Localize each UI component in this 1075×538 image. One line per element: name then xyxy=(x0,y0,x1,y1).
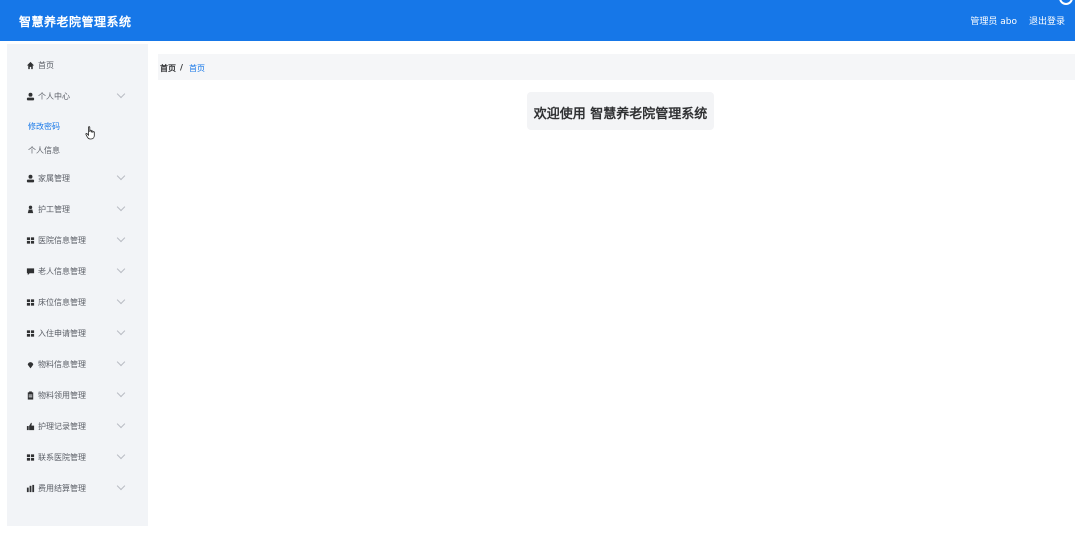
sidebar-item-hospital-info[interactable]: 医院信息管理 xyxy=(7,230,148,252)
chevron-down-icon xyxy=(116,202,126,212)
sidebar-item-label: 个人中心 xyxy=(38,92,70,101)
welcome-card: 欢迎使用 智慧养老院管理系统 xyxy=(527,92,714,130)
grid-icon xyxy=(26,298,35,307)
chevron-down-icon xyxy=(116,233,126,243)
breadcrumb-home[interactable]: 首页 xyxy=(160,63,176,74)
chart-icon xyxy=(26,484,35,493)
sidebar-item-elderly-info[interactable]: 老人信息管理 xyxy=(7,261,148,283)
welcome-title: 欢迎使用 智慧养老院管理系统 xyxy=(533,107,708,122)
sidebar-item-label: 联系医院管理 xyxy=(38,453,86,462)
sidebar-item-home[interactable]: 首页 xyxy=(7,55,148,77)
sidebar-item-label: 物料信息管理 xyxy=(38,360,86,369)
person-icon xyxy=(26,205,35,214)
chevron-down-icon xyxy=(116,89,126,99)
chevron-down-icon xyxy=(116,419,126,429)
current-user-label: 管理员 abo xyxy=(970,17,1017,27)
chevron-down-icon xyxy=(116,171,126,181)
home-icon xyxy=(26,61,35,70)
sidebar-item-label: 入住申请管理 xyxy=(38,329,86,338)
app-title: 智慧养老院管理系统 xyxy=(19,15,132,29)
sidebar-menu: 首页 个人中心 修改密码 个人信息 家属管理 护工管理 医院信息管理 老人信息管… xyxy=(7,44,148,526)
chevron-down-icon xyxy=(116,326,126,336)
message-icon xyxy=(26,267,35,276)
sidebar-item-billing[interactable]: 费用结算管理 xyxy=(7,478,148,500)
grid-icon xyxy=(26,329,35,338)
sidebar-item-contact-hospital[interactable]: 联系医院管理 xyxy=(7,447,148,469)
sidebar-item-label: 家属管理 xyxy=(38,174,70,183)
sidebar-item-label: 物料领用管理 xyxy=(38,391,86,400)
sidebar-item-bed-info[interactable]: 床位信息管理 xyxy=(7,292,148,314)
sidebar-subitem-personal-info[interactable]: 个人信息 xyxy=(7,141,148,159)
sidebar-item-admission[interactable]: 入住申请管理 xyxy=(7,323,148,345)
sidebar-item-family[interactable]: 家属管理 xyxy=(7,168,148,190)
chevron-down-icon xyxy=(116,481,126,491)
sidebar-item-label: 费用结算管理 xyxy=(38,484,86,493)
breadcrumb: 首页 / 首页 xyxy=(158,54,1075,80)
chevron-down-icon xyxy=(116,264,126,274)
sidebar-item-label: 老人信息管理 xyxy=(38,267,86,276)
user-icon xyxy=(26,92,35,101)
grid-icon xyxy=(26,453,35,462)
clipboard-icon xyxy=(26,391,35,400)
sidebar-item-label: 首页 xyxy=(38,61,54,70)
sidebar-item-label: 医院信息管理 xyxy=(38,236,86,245)
breadcrumb-separator: / xyxy=(180,63,183,72)
sidebar-subitem-change-password[interactable]: 修改密码 xyxy=(7,117,148,135)
logout-link[interactable]: 退出登录 xyxy=(1029,14,1065,27)
chevron-down-icon xyxy=(116,388,126,398)
breadcrumb-current: 首页 xyxy=(189,64,205,73)
user-icon xyxy=(26,174,35,183)
avatar[interactable] xyxy=(1059,0,1073,5)
sidebar-item-material-usage[interactable]: 物料领用管理 xyxy=(7,385,148,407)
grid-icon xyxy=(26,236,35,245)
sidebar-item-caregiver[interactable]: 护工管理 xyxy=(7,199,148,221)
sidebar-item-personal-center[interactable]: 个人中心 xyxy=(7,86,148,108)
thumb-icon xyxy=(26,422,35,431)
top-header: 智慧养老院管理系统 管理员 abo 退出登录 xyxy=(0,0,1075,41)
sidebar-item-material-info[interactable]: 物料信息管理 xyxy=(7,354,148,376)
sidebar-subitem-label: 个人信息 xyxy=(28,146,60,155)
chevron-down-icon xyxy=(116,450,126,460)
chevron-down-icon xyxy=(116,357,126,367)
sidebar-item-label: 护工管理 xyxy=(38,205,70,214)
location-icon xyxy=(26,360,35,369)
chevron-down-icon xyxy=(116,295,126,305)
hand-cursor-icon xyxy=(85,125,97,140)
sidebar-item-label: 护理记录管理 xyxy=(38,422,86,431)
sidebar-item-care-records[interactable]: 护理记录管理 xyxy=(7,416,148,438)
sidebar-subitem-label: 修改密码 xyxy=(28,122,60,131)
sidebar-item-label: 床位信息管理 xyxy=(38,298,86,307)
